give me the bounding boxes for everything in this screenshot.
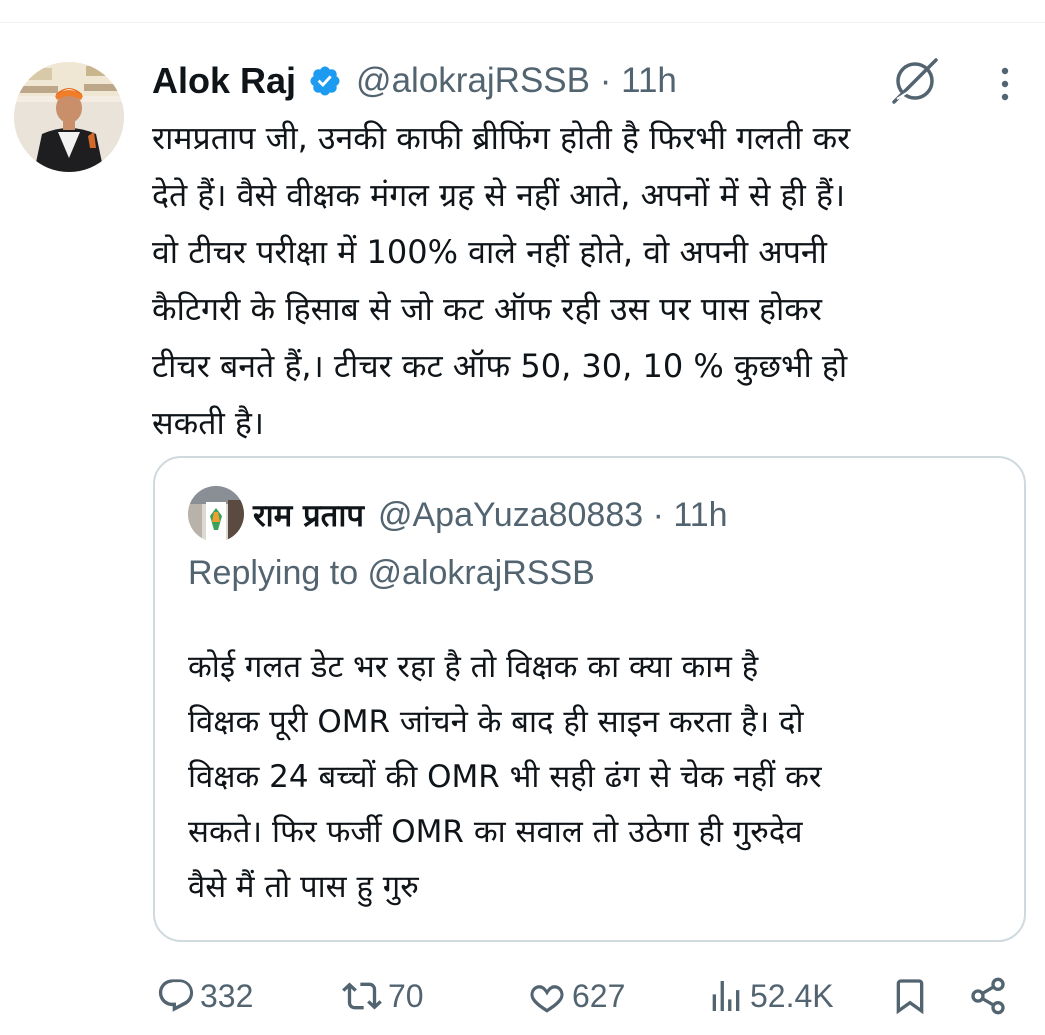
- views-chart-icon: [712, 981, 740, 1011]
- heart-icon: [530, 985, 564, 1013]
- grok-icon[interactable]: [888, 56, 942, 106]
- share-icon: [971, 977, 1005, 1015]
- like-count: 627: [572, 977, 626, 1014]
- repost-count: 70: [388, 977, 424, 1014]
- top-divider: [0, 22, 1045, 23]
- author-handle-time[interactable]: @alokrajRSSB · 11h: [356, 61, 677, 101]
- bookmark-icon: [896, 979, 924, 1015]
- tweet-actions-bar: 332 70 627 52.4K: [0, 970, 1045, 1022]
- quoted-tweet-text: कोई गलत डेट भर रहा है तो विक्षक का क्या …: [188, 649, 822, 905]
- quoted-tweet-header: राम प्रताप @ApaYuza80883 · 11h: [253, 490, 728, 540]
- reply-icon: [158, 979, 194, 1012]
- repost-button[interactable]: 70: [340, 970, 424, 1022]
- quoted-author-name[interactable]: राम प्रताप: [253, 494, 364, 536]
- views-count: 52.4K: [750, 977, 834, 1014]
- like-button[interactable]: 627: [526, 970, 625, 1022]
- share-button[interactable]: [968, 970, 1008, 1022]
- verified-badge-icon[interactable]: [308, 64, 342, 98]
- quoted-tweet-card[interactable]: राम प्रताप @ApaYuza80883 · 11h Replying …: [153, 456, 1026, 942]
- quoted-author-avatar[interactable]: [188, 486, 244, 542]
- tweet-text: रामप्रताप जी, उनकी काफी ब्रीफिंग होती है…: [152, 119, 851, 442]
- views-button[interactable]: 52.4K: [706, 970, 834, 1022]
- bookmark-button[interactable]: [890, 970, 930, 1022]
- author-name[interactable]: Alok Raj: [152, 60, 296, 102]
- profile-photo-icon: [14, 62, 124, 172]
- repost-icon: [342, 982, 382, 1010]
- reply-button[interactable]: 332: [156, 970, 253, 1022]
- more-options-icon[interactable]: [990, 66, 1020, 102]
- profile-photo-icon: [188, 486, 244, 542]
- author-avatar[interactable]: [14, 62, 124, 172]
- replying-to-label: Replying to @alokrajRSSB: [188, 554, 595, 592]
- tweet-header: Alok Raj @alokrajRSSB · 11h: [152, 56, 677, 106]
- reply-count: 332: [200, 977, 254, 1014]
- quoted-author-handle-time[interactable]: @ApaYuza80883 · 11h: [378, 496, 728, 535]
